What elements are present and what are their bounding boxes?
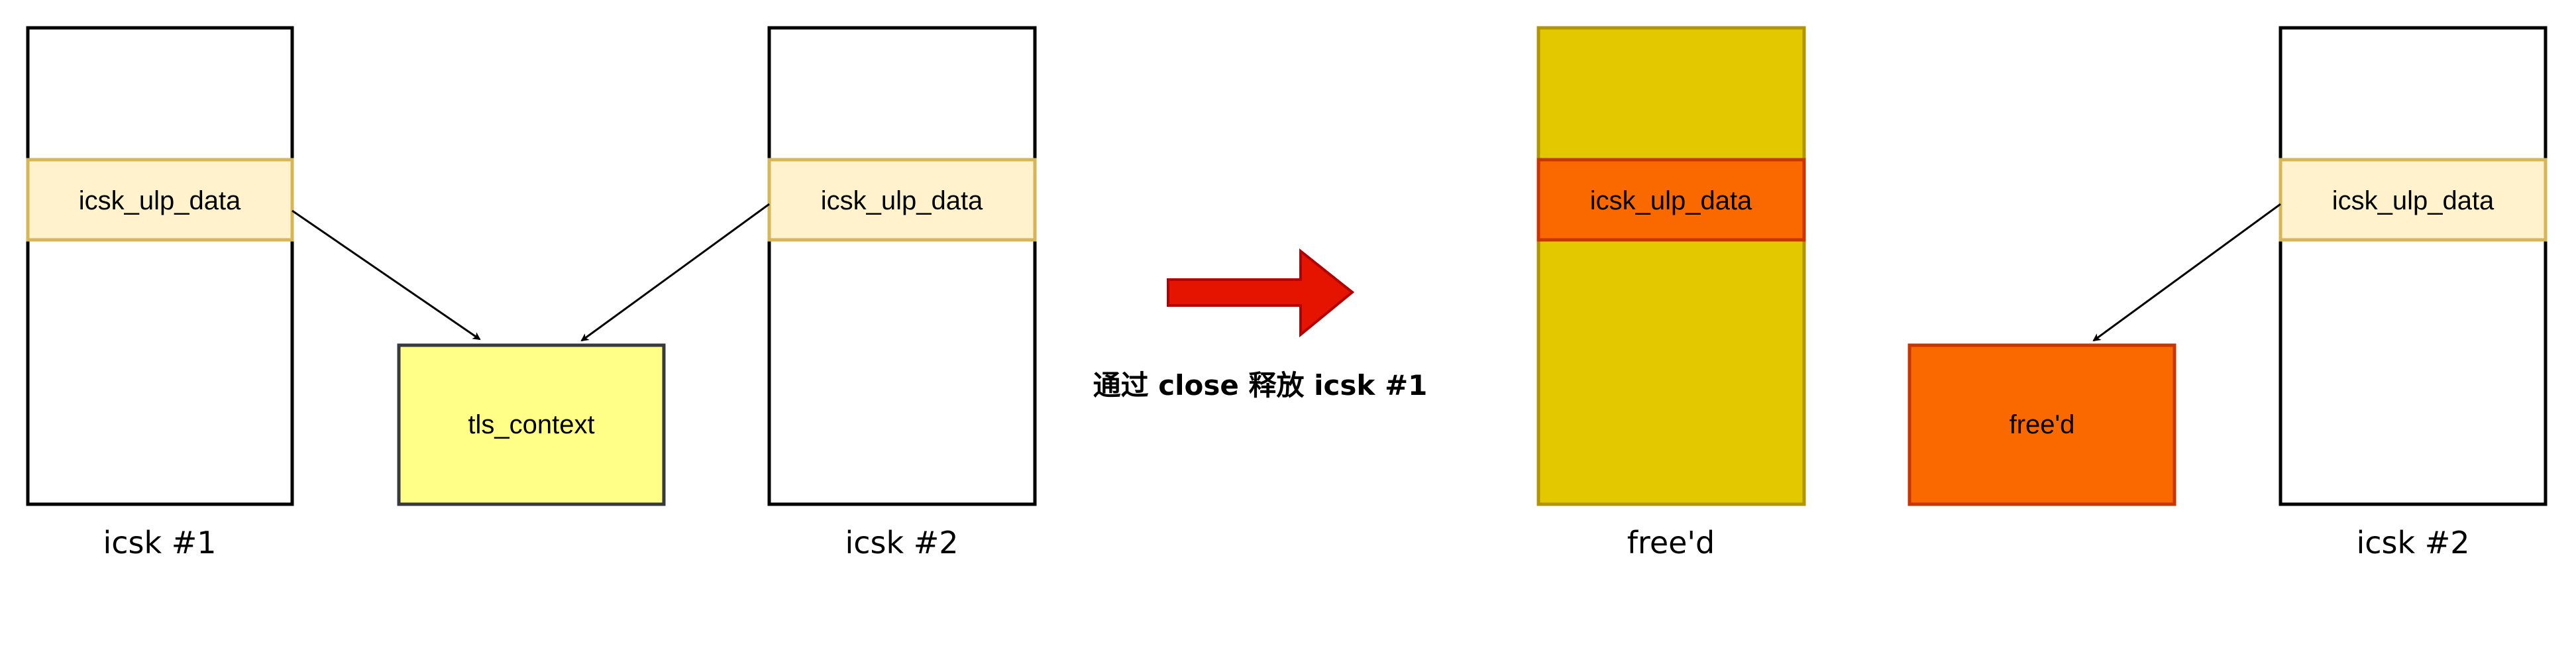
transition-arrow-icon — [1167, 248, 1355, 338]
after-icsk2-caption: icsk #2 — [2356, 525, 2469, 561]
icsk2-caption: icsk #2 — [845, 525, 958, 561]
icsk2-ulp-data-label: icsk_ulp_data — [821, 186, 983, 215]
pointer-arrow-icsk1 — [292, 209, 481, 341]
freed-context-label: free'd — [2010, 410, 2075, 439]
freed-context-block: free'd — [1907, 343, 2176, 506]
dangling-pointer-arrow — [2092, 203, 2281, 342]
icsk2-block: icsk_ulp_data icsk #2 — [767, 26, 1037, 561]
icsk1-caption: icsk #1 — [103, 525, 216, 561]
freed-ulp-data-label: icsk_ulp_data — [1590, 186, 1752, 215]
icsk1-ulp-data-label: icsk_ulp_data — [79, 186, 241, 215]
after-icsk2-block: icsk_ulp_data icsk #2 — [2279, 26, 2548, 561]
icsk1-block: icsk_ulp_data icsk #1 — [26, 26, 294, 561]
after-icsk2-ulp-data-label: icsk_ulp_data — [2332, 186, 2495, 215]
freed-icsk1-caption: free'd — [1627, 525, 1715, 561]
pointer-arrow-icsk2 — [580, 203, 770, 342]
diagram-canvas: icsk_ulp_data icsk #1 tls_context icsk_u… — [26, 26, 2548, 561]
transition-label: 通过 close 释放 icsk #1 — [1093, 369, 1428, 402]
tls-context-label: tls_context — [468, 410, 594, 439]
tls-context-block: tls_context — [397, 343, 666, 506]
freed-icsk1-block: icsk_ulp_data free'd — [1536, 26, 1806, 561]
